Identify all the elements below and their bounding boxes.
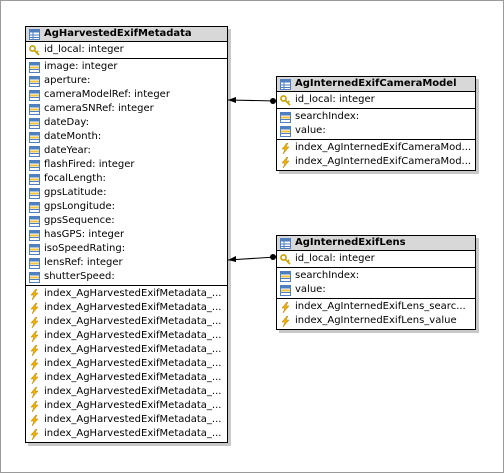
relation-lensref[interactable] (227, 254, 277, 262)
relation-cameramodelref[interactable] (227, 97, 277, 104)
relationship-lines (227, 97, 277, 262)
